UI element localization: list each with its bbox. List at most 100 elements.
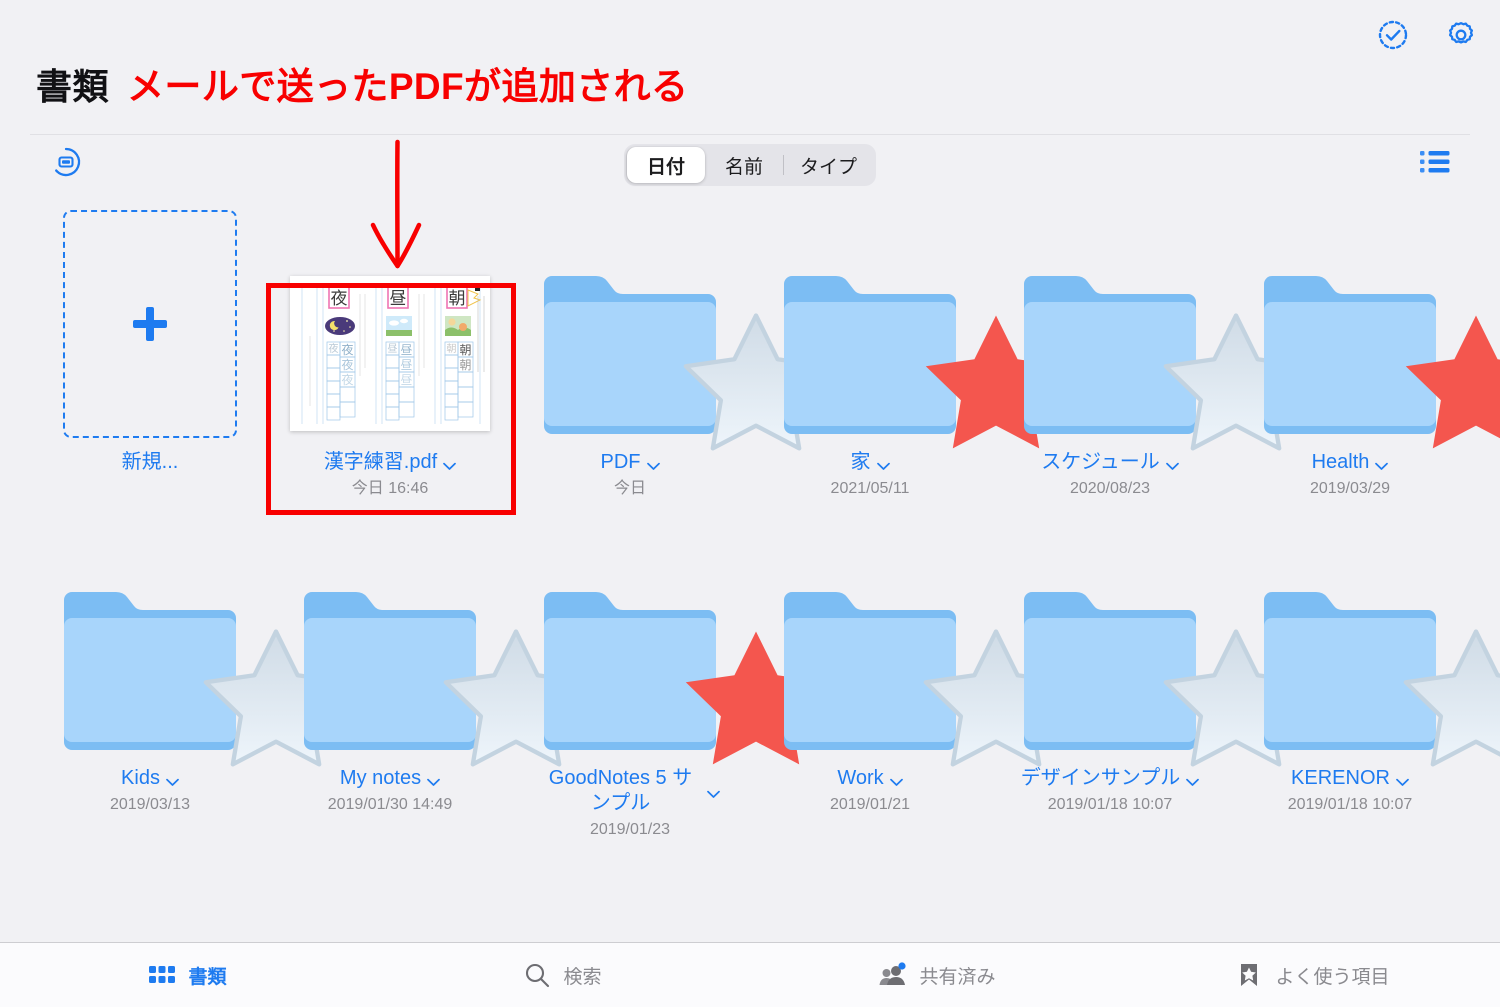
bookmark-star-icon xyxy=(1235,961,1263,989)
plus-icon xyxy=(131,305,169,343)
shared-badge-dot xyxy=(898,962,907,970)
svg-text:昼: 昼 xyxy=(390,289,407,309)
tab-search[interactable]: 検索 xyxy=(375,943,750,1007)
documents-grid: 新規... 朝 朝 朝 朝 昼 昼 昼 昼 昼 夜 夜 夜 夜 夜 漢字練習.p… xyxy=(0,210,1500,841)
sort-option-type[interactable]: タイプ xyxy=(784,147,873,183)
tab-label: 検索 xyxy=(563,966,602,988)
folder-art xyxy=(30,526,349,767)
item-date: 2019/01/18 10:07 xyxy=(1047,795,1173,813)
folder-icon[interactable] xyxy=(544,272,829,451)
item-name[interactable]: PDF xyxy=(601,450,641,475)
tab-label: 書類 xyxy=(188,966,227,988)
tab-favorites[interactable]: よく使う項目 xyxy=(1125,943,1500,1007)
chevron-down-icon[interactable] xyxy=(876,458,890,470)
star-icon-grey[interactable] xyxy=(1150,618,1309,767)
tab-label: 共有済み xyxy=(919,966,996,988)
folder-icon[interactable] xyxy=(1264,272,1500,449)
title-row: 書類 メールで送ったPDFが追加される xyxy=(36,68,688,105)
gear-icon[interactable] xyxy=(1444,18,1478,52)
item-name[interactable]: Kids xyxy=(121,766,160,791)
svg-text:朝: 朝 xyxy=(447,343,457,355)
grid-item-folder-design-sample[interactable]: デザインサンプル 2019/01/18 10:07 xyxy=(990,526,1309,841)
svg-text:夜: 夜 xyxy=(329,342,339,355)
header-divider xyxy=(30,134,1470,135)
toolbar: 日付 名前 タイプ xyxy=(0,144,1500,188)
sort-option-date[interactable]: 日付 xyxy=(626,147,705,183)
svg-text:朝: 朝 xyxy=(459,343,471,357)
chevron-down-icon[interactable] xyxy=(443,458,457,470)
chevron-down-icon[interactable] xyxy=(646,458,660,470)
sort-segmented-control[interactable]: 日付 名前 タイプ xyxy=(623,144,877,186)
chevron-down-icon[interactable] xyxy=(166,774,179,786)
star-icon-red[interactable] xyxy=(670,618,827,765)
star-icon-grey[interactable] xyxy=(190,618,349,767)
item-date: 2019/03/13 xyxy=(109,795,191,813)
goodnotes-documents-screen: 書類 メールで送ったPDFが追加される 日付 名前 タイプ 新規... 朝 朝 … xyxy=(0,0,1500,1007)
star-icon-grey[interactable] xyxy=(430,618,589,767)
chevron-down-icon[interactable] xyxy=(889,774,903,786)
new-item-placeholder[interactable] xyxy=(63,210,237,438)
item-name[interactable]: 家 xyxy=(851,450,871,475)
folder-icon[interactable] xyxy=(544,588,827,765)
bottom-tab-bar: 書類 検索 共有済み よく使う項目 xyxy=(0,942,1500,1007)
star-icon-grey[interactable] xyxy=(670,302,829,451)
page-title: 書類 xyxy=(36,66,110,107)
folder-icon[interactable] xyxy=(784,272,1067,449)
star-icon-red[interactable] xyxy=(1390,302,1500,449)
new-item-cell[interactable]: 新規... xyxy=(30,210,270,500)
folder-icon[interactable] xyxy=(1264,588,1500,767)
grid-item-folder-pdf[interactable]: PDF 今日 xyxy=(510,210,829,500)
annotation-arrow xyxy=(340,120,470,290)
folder-art xyxy=(750,210,1067,449)
tab-shared[interactable]: 共有済み xyxy=(750,943,1125,1007)
document-badge-icon[interactable] xyxy=(50,146,82,178)
folder-icon[interactable] xyxy=(784,588,1069,767)
item-date: 2019/01/21 xyxy=(829,795,911,813)
item-name[interactable]: 漢字練習.pdf xyxy=(324,450,437,475)
grid-item-folder-kerenor[interactable]: KERENOR 2019/01/18 10:07 xyxy=(1230,526,1500,841)
folder-icon[interactable] xyxy=(304,588,589,767)
folder-icon[interactable] xyxy=(1024,588,1309,767)
chevron-down-icon[interactable] xyxy=(706,786,720,799)
grid-item-folder-work[interactable]: Work 2019/01/21 xyxy=(750,526,1069,841)
item-date: 2021/05/11 xyxy=(830,480,910,497)
svg-text:夜: 夜 xyxy=(341,342,353,357)
check-circle-dashed-icon[interactable] xyxy=(1376,18,1410,52)
item-date: 2019/03/29 xyxy=(1309,480,1391,497)
new-item-label-row: 新規... xyxy=(45,450,255,475)
folder-icon[interactable] xyxy=(1024,272,1309,451)
star-icon-grey[interactable] xyxy=(1390,618,1500,767)
folder-art xyxy=(1230,526,1500,767)
svg-text:朝: 朝 xyxy=(459,358,471,372)
sort-option-name[interactable]: 名前 xyxy=(705,147,783,183)
tab-documents[interactable]: 書類 xyxy=(0,943,375,1007)
people-icon xyxy=(879,961,907,989)
folder-art xyxy=(270,526,589,767)
star-icon-grey[interactable] xyxy=(910,618,1069,767)
grid-item-folder-my-notes[interactable]: My notes 2019/01/30 14:49 xyxy=(270,526,589,841)
svg-text:朝: 朝 xyxy=(449,289,466,309)
folder-icon[interactable] xyxy=(64,588,349,767)
grid-item-folder-kids[interactable]: Kids 2019/03/13 xyxy=(30,526,349,841)
svg-text:夜: 夜 xyxy=(341,357,353,372)
annotation-text: メールで送ったPDFが追加される xyxy=(127,66,689,107)
folder-art xyxy=(750,526,1069,767)
folder-art xyxy=(1230,210,1500,449)
kanji-practice-worksheet-thumbnail[interactable]: 朝 朝 朝 朝 昼 昼 昼 昼 昼 夜 夜 夜 夜 夜 xyxy=(290,276,490,431)
list-view-icon[interactable] xyxy=(1420,149,1450,175)
chevron-down-icon[interactable] xyxy=(1375,458,1389,470)
new-item-art xyxy=(30,210,270,440)
item-label-row[interactable]: 漢字練習.pdf xyxy=(285,450,495,475)
grid-icon xyxy=(148,961,176,989)
svg-text:昼: 昼 xyxy=(400,373,412,387)
star-icon-red[interactable] xyxy=(910,302,1067,449)
tab-label: よく使う項目 xyxy=(1275,966,1390,988)
item-name[interactable]: Work xyxy=(837,766,883,791)
search-icon xyxy=(523,961,551,989)
item-date: 2019/01/30 14:49 xyxy=(327,795,453,813)
grid-item-folder-goodnotes-sample[interactable]: GoodNotes 5 サンプル 2019/01/23 xyxy=(510,526,827,841)
item-date: 2019/01/18 10:07 xyxy=(1287,795,1413,813)
star-icon-grey[interactable] xyxy=(1150,302,1309,451)
svg-text:夜: 夜 xyxy=(341,372,353,387)
new-item-label: 新規... xyxy=(121,451,179,473)
